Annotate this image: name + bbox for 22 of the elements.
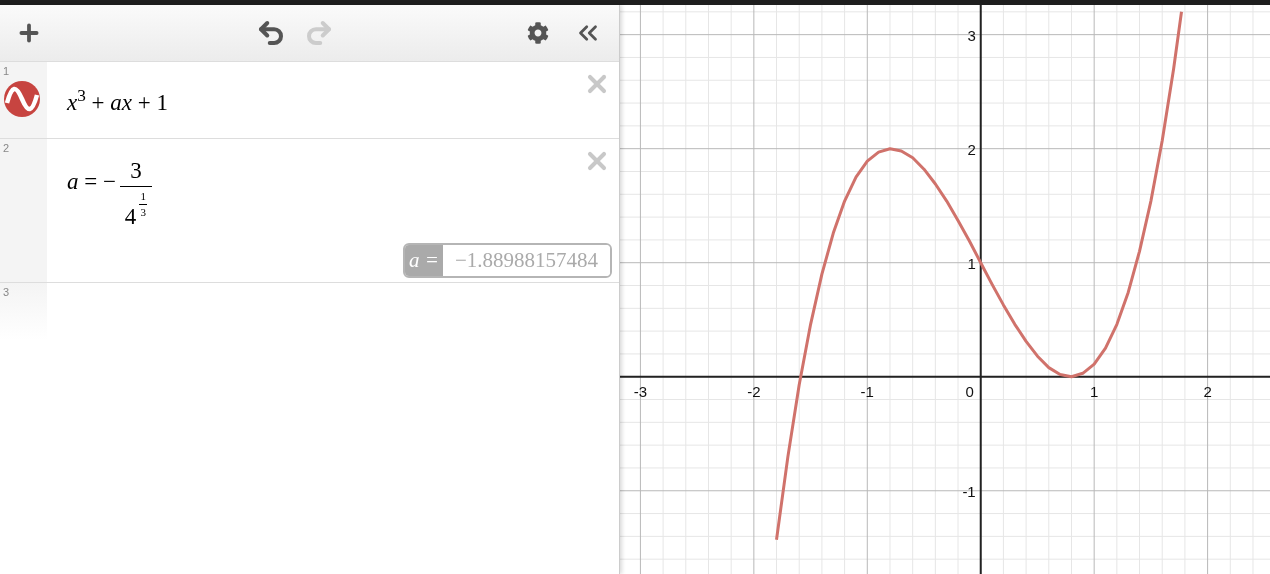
fraction-numerator: 3 [130,159,142,182]
evaluation-label: a = [405,245,443,276]
fraction-denominator: 4 [124,205,137,228]
line-number: 2 [3,141,10,156]
line-number: 3 [3,285,10,300]
settings-button[interactable] [527,22,549,44]
y-tick-label: 1 [967,254,976,272]
exponent-numerator: 1 [140,191,146,202]
x-tick-label: -1 [860,382,874,400]
graph-color-icon[interactable] [4,81,40,117]
x-tick-label: -2 [747,382,761,400]
origin-label: 0 [965,382,974,400]
line-number: 1 [3,64,10,79]
expression-formula[interactable]: x$^{3}$ + ax + 1 [67,85,169,121]
y-tick-label: 2 [967,140,976,158]
x-tick-label: -3 [633,382,648,400]
x-tick-label: 1 [1090,382,1099,400]
y-tick-label: -1 [962,482,976,500]
exponent-denominator: 3 [140,207,146,218]
x-tick-label: 2 [1203,382,1212,400]
expression-formula[interactable]: a = − [67,165,116,200]
y-tick-label: 3 [967,26,976,44]
